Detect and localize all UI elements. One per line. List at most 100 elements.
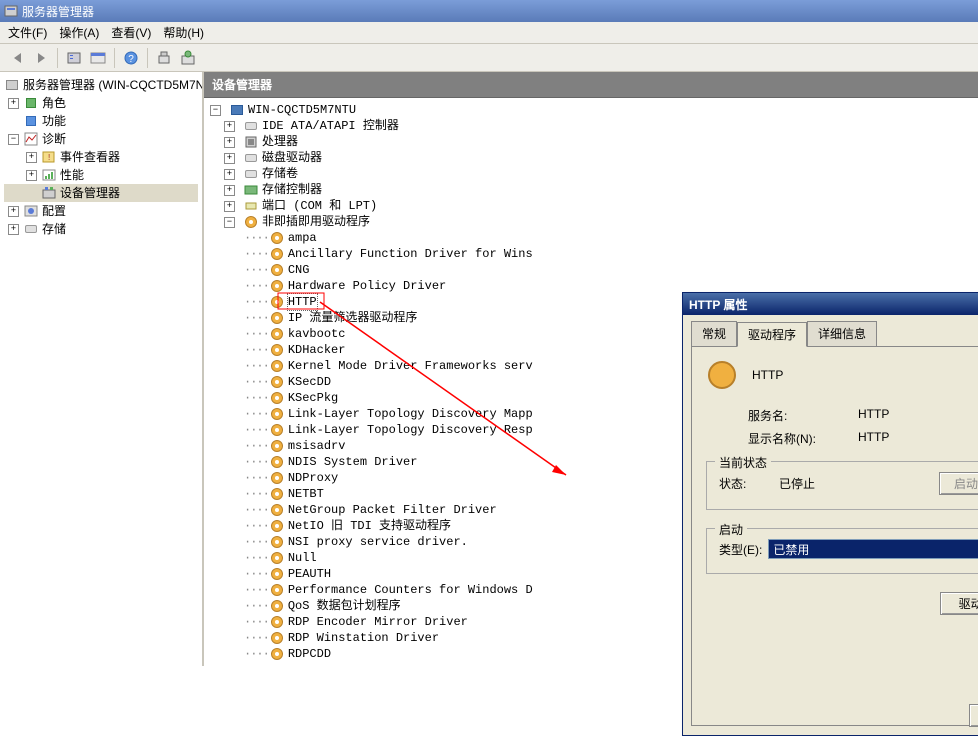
tree-features[interactable]: 功能: [4, 112, 198, 130]
display-name-label: 显示名称(N):: [748, 430, 858, 447]
gear-icon: [269, 230, 285, 246]
gear-icon: [269, 246, 285, 262]
driver-label: ampa: [288, 230, 317, 246]
collapse-icon[interactable]: −: [8, 134, 19, 145]
menu-file[interactable]: 文件(F): [8, 24, 47, 41]
expand-icon[interactable]: +: [224, 201, 235, 212]
expand-icon[interactable]: +: [224, 185, 235, 196]
collapse-icon[interactable]: −: [210, 105, 221, 116]
tree-roles[interactable]: +角色: [4, 94, 198, 112]
type-select[interactable]: 已禁用: [768, 539, 978, 559]
tab-general[interactable]: 常规: [691, 321, 737, 346]
device-disk[interactable]: +磁盘驱动器: [210, 150, 978, 166]
type-value: 已禁用: [773, 541, 809, 558]
device-non-pnp[interactable]: −非即插即用驱动程序: [210, 214, 978, 230]
driver-label: Link-Layer Topology Discovery Resp: [288, 422, 533, 438]
nav-back-button[interactable]: [6, 47, 28, 69]
driver-label: KSecPkg: [288, 390, 338, 406]
driver-item[interactable]: ····ampa: [210, 230, 978, 246]
gear-icon: [269, 374, 285, 390]
menu-action[interactable]: 操作(A): [59, 24, 99, 41]
driver-label: Hardware Policy Driver: [288, 278, 446, 294]
dialog-titlebar[interactable]: HTTP 属性 ✕: [683, 293, 978, 315]
port-icon: [243, 198, 259, 214]
computer-icon: [229, 102, 245, 118]
storage-controller-icon: [243, 182, 259, 198]
ok-button[interactable]: 确定: [969, 704, 978, 727]
state-value: 已停止: [779, 475, 815, 492]
state-label: 状态:: [719, 475, 779, 492]
gear-icon: [269, 278, 285, 294]
gear-icon: [269, 422, 285, 438]
toolbar: ?: [0, 44, 978, 72]
driver-item[interactable]: ····Ancillary Function Driver for Wins: [210, 246, 978, 262]
tab-details[interactable]: 详细信息: [807, 321, 877, 346]
start-button[interactable]: 启动(S): [939, 472, 978, 495]
gear-icon: [269, 358, 285, 374]
device-processor[interactable]: +处理器: [210, 134, 978, 150]
expand-icon[interactable]: +: [8, 98, 19, 109]
expand-icon[interactable]: +: [224, 121, 235, 132]
tree-diagnostics[interactable]: −诊断: [4, 130, 198, 148]
device-port[interactable]: +端口 (COM 和 LPT): [210, 198, 978, 214]
arrow-left-icon: [14, 53, 21, 63]
expand-icon[interactable]: +: [224, 153, 235, 164]
gear-icon: [269, 454, 285, 470]
driver-label: Performance Counters for Windows D: [288, 582, 533, 598]
gear-icon: [269, 550, 285, 566]
gear-icon: [269, 390, 285, 406]
driver-label: HTTP: [288, 294, 317, 310]
collapse-icon[interactable]: −: [224, 217, 235, 228]
gear-icon: [269, 582, 285, 598]
driver-label: IP 流量筛选器驱动程序: [288, 310, 418, 326]
expand-icon[interactable]: +: [26, 170, 37, 181]
driver-label: kavbootc: [288, 326, 346, 342]
expand-icon[interactable]: +: [224, 137, 235, 148]
gear-icon: [269, 630, 285, 646]
device-manager-icon: [41, 185, 57, 201]
device-computer[interactable]: −WIN-CQCTD5M7NTU: [210, 102, 978, 118]
roles-icon: [23, 95, 39, 111]
server-icon: [4, 77, 20, 93]
service-name-value: HTTP: [858, 407, 889, 424]
gear-icon: [269, 406, 285, 422]
window-titlebar: 服务器管理器: [0, 0, 978, 22]
features-icon: [23, 113, 39, 129]
expand-icon[interactable]: +: [26, 152, 37, 163]
driver-label: msisadrv: [288, 438, 346, 454]
menu-view[interactable]: 查看(V): [111, 24, 151, 41]
driver-label: NDIS System Driver: [288, 454, 418, 470]
tree-root[interactable]: 服务器管理器 (WIN-CQCTD5M7NT: [4, 76, 198, 94]
device-storage-controller[interactable]: +存储控制器: [210, 182, 978, 198]
expand-icon[interactable]: +: [8, 206, 19, 217]
tree-storage[interactable]: +存储: [4, 220, 198, 238]
tree-event-viewer[interactable]: +!事件查看器: [4, 148, 198, 166]
driver-label: NETBT: [288, 486, 324, 502]
tree-performance[interactable]: +性能: [4, 166, 198, 184]
tree-device-manager[interactable]: 设备管理器: [4, 184, 198, 202]
driver-item[interactable]: ····CNG: [210, 262, 978, 278]
menu-help[interactable]: 帮助(H): [163, 24, 204, 41]
toolbar-btn-2[interactable]: [87, 47, 109, 69]
diagnostics-icon: [23, 131, 39, 147]
toolbar-btn-1[interactable]: [63, 47, 85, 69]
gear-icon: [269, 326, 285, 342]
toolbar-btn-5[interactable]: [177, 47, 199, 69]
driver-label: RDP Winstation Driver: [288, 630, 439, 646]
tab-driver[interactable]: 驱动程序: [737, 322, 807, 347]
device-volume[interactable]: +存储卷: [210, 166, 978, 182]
gear-icon: [269, 598, 285, 614]
driver-label: Ancillary Function Driver for Wins: [288, 246, 533, 262]
toolbar-btn-4[interactable]: [153, 47, 175, 69]
expand-icon[interactable]: +: [224, 169, 235, 180]
disk-icon: [243, 150, 259, 166]
driver-details-button[interactable]: 驱动程序详细信息(D)...: [940, 592, 978, 615]
driver-label: KSecDD: [288, 374, 331, 390]
device-ide[interactable]: +IDE ATA/ATAPI 控制器: [210, 118, 978, 134]
nav-forward-button[interactable]: [30, 47, 52, 69]
dialog-tabs: 常规 驱动程序 详细信息: [683, 315, 978, 346]
toolbar-help-button[interactable]: ?: [120, 47, 142, 69]
tree-configuration[interactable]: +配置: [4, 202, 198, 220]
expand-icon[interactable]: +: [8, 224, 19, 235]
gear-icon: [269, 646, 285, 662]
